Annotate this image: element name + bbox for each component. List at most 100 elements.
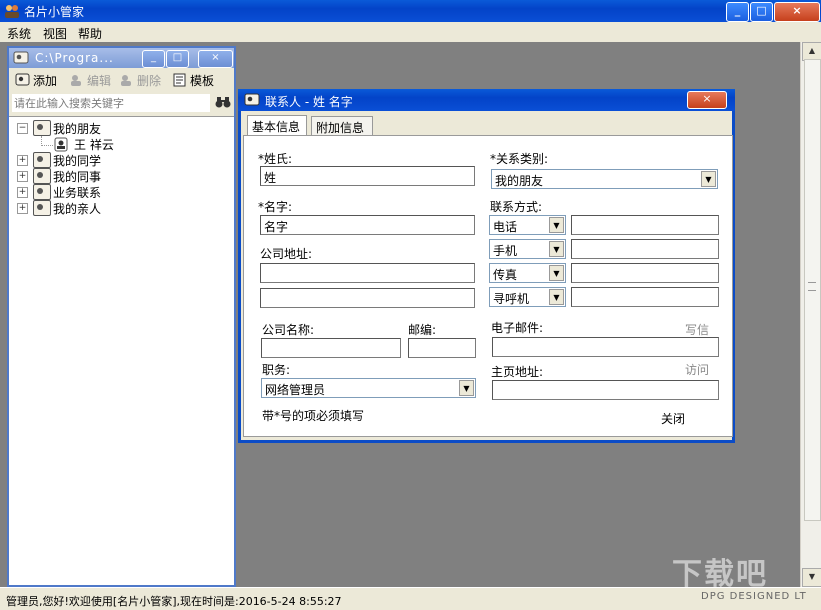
category-label: *关系类别: <box>490 152 549 166</box>
contact-phone-field[interactable] <box>571 215 719 235</box>
tree-group-relatives[interactable]: 我的亲人 <box>53 200 101 216</box>
tab-basic-info[interactable]: 基本信息 <box>247 115 307 135</box>
contact-type-combo-pager[interactable]: 寻呼机 ▼ <box>489 287 566 307</box>
tree-contact-item[interactable]: 王 祥云 <box>74 136 114 152</box>
tree-group-colleagues[interactable]: 我的同事 <box>53 168 101 184</box>
contact-type-value: 电话 <box>493 220 518 234</box>
expand-toggle-icon[interactable]: + <box>17 203 28 214</box>
template-icon <box>173 73 186 87</box>
group-card-icon <box>33 152 51 168</box>
add-label: 添加 <box>33 74 58 88</box>
edit-icon <box>71 75 81 86</box>
close-button[interactable]: × <box>774 2 820 22</box>
contact-card-icon <box>244 93 260 106</box>
homepage-label: 主页地址: <box>491 365 544 379</box>
maximize-button[interactable]: □ <box>750 2 773 22</box>
menu-view[interactable]: 视图 <box>43 25 67 42</box>
write-email-link[interactable]: 写信 <box>685 321 709 338</box>
search-input[interactable] <box>12 94 210 112</box>
name-field[interactable]: 名字 <box>260 215 475 235</box>
expand-toggle-icon[interactable]: + <box>17 171 28 182</box>
tree-maximize-button[interactable]: □ <box>166 50 189 68</box>
contact-mobile-field[interactable] <box>571 239 719 259</box>
dialog-titlebar: 联系人 - 姓 名字 × <box>238 89 735 111</box>
tree-minimize-button[interactable]: _ <box>142 50 165 68</box>
menubar: 系统 视图 帮助 <box>0 22 821 42</box>
watermark-logo: 下载吧 <box>672 557 768 592</box>
vertical-scrollbar[interactable]: ▲ ▼ <box>800 42 821 587</box>
contact-type-combo-fax[interactable]: 传真 ▼ <box>489 263 566 283</box>
tree-window-titlebar: C:\Progra... _ □ × <box>9 48 234 68</box>
dialog-title: 联系人 - 姓 名字 <box>265 95 353 109</box>
edit-button[interactable]: 编辑 <box>69 72 111 89</box>
dropdown-arrow-icon[interactable]: ▼ <box>549 217 564 233</box>
menu-system[interactable]: 系统 <box>7 25 31 42</box>
surname-label: *姓氏: <box>258 152 293 166</box>
collapse-toggle-icon[interactable]: − <box>17 123 28 134</box>
company-label: 公司名称: <box>262 323 315 337</box>
contact-type-value: 手机 <box>493 244 518 258</box>
zip-label: 邮编: <box>408 323 437 337</box>
tree-group-business[interactable]: 业务联系 <box>53 184 101 200</box>
tree-group-classmates[interactable]: 我的同学 <box>53 152 101 168</box>
tree-close-button[interactable]: × <box>198 50 233 68</box>
contact-type-combo-mobile[interactable]: 手机 ▼ <box>489 239 566 259</box>
tree-connector <box>41 145 53 147</box>
delete-button[interactable]: 删除 <box>119 72 161 89</box>
homepage-field[interactable] <box>492 380 719 400</box>
dropdown-arrow-icon[interactable]: ▼ <box>549 241 564 257</box>
dropdown-arrow-icon[interactable]: ▼ <box>459 380 474 396</box>
basic-info-panel: *姓氏: 姓 *名字: 名字 公司地址: 公司名称: 邮编: 职务: 网络管理员… <box>243 135 733 437</box>
contact-type-combo-phone[interactable]: 电话 ▼ <box>489 215 566 235</box>
group-card-icon <box>33 168 51 184</box>
tree-group-friends[interactable]: 我的朋友 <box>53 120 101 136</box>
expand-toggle-icon[interactable]: + <box>17 187 28 198</box>
expand-toggle-icon[interactable]: + <box>17 155 28 166</box>
group-card-icon <box>33 200 51 216</box>
contact-pager-field[interactable] <box>571 287 719 307</box>
email-field[interactable] <box>492 337 719 357</box>
address-line1-field[interactable] <box>260 263 475 283</box>
position-label: 职务: <box>262 363 291 377</box>
contact-dialog: 联系人 - 姓 名字 × 基本信息 附加信息 *姓氏: 姓 *名字: 名字 公司… <box>238 89 735 443</box>
visit-homepage-link[interactable]: 访问 <box>685 361 709 378</box>
category-combo[interactable]: 我的朋友 ▼ <box>491 169 718 189</box>
contact-type-value: 传真 <box>493 268 518 282</box>
group-card-icon <box>33 184 51 200</box>
company-field[interactable] <box>261 338 401 358</box>
category-value: 我的朋友 <box>495 174 544 188</box>
menu-help[interactable]: 帮助 <box>78 25 102 42</box>
required-note: 带*号的项必须填写 <box>262 409 365 423</box>
status-text: 管理员,您好!欢迎使用[名片小管家],现在时间是:2016-5-24 8:55:… <box>6 595 342 608</box>
dialog-close-button[interactable]: × <box>687 91 727 109</box>
contact-type-value: 寻呼机 <box>493 292 530 306</box>
add-card-icon <box>15 73 30 86</box>
contact-person-icon <box>54 137 68 152</box>
binoculars-search-icon[interactable] <box>215 95 231 113</box>
scroll-thumb[interactable] <box>804 59 821 521</box>
card-icon <box>13 51 29 64</box>
watermark-subtext: DPG DESIGNED LT <box>701 591 807 602</box>
tree-window-title: C:\Progra... <box>35 51 114 65</box>
contact-fax-field[interactable] <box>571 263 719 283</box>
address-line2-field[interactable] <box>260 288 475 308</box>
dropdown-arrow-icon[interactable]: ▼ <box>549 265 564 281</box>
address-label: 公司地址: <box>260 247 313 261</box>
dropdown-arrow-icon[interactable]: ▼ <box>549 289 564 305</box>
dropdown-arrow-icon[interactable]: ▼ <box>701 171 716 187</box>
add-button[interactable]: 添加 <box>15 72 57 89</box>
minimize-button[interactable]: _ <box>726 2 749 22</box>
tree-toolbar: 添加 编辑 删除 模板 <box>9 68 234 92</box>
surname-field[interactable]: 姓 <box>260 166 475 186</box>
delete-label: 删除 <box>137 74 162 88</box>
template-button[interactable]: 模板 <box>172 72 214 89</box>
app-icon <box>5 5 19 18</box>
close-dialog-button[interactable]: 关闭 <box>661 410 685 427</box>
grip-icon <box>808 282 816 291</box>
contacts-tree-window: C:\Progra... _ □ × 添加 编辑 删除 模板 − 我的朋友 <box>7 46 236 587</box>
tab-extra-info[interactable]: 附加信息 <box>311 116 373 135</box>
zip-field[interactable] <box>408 338 476 358</box>
position-value: 网络管理员 <box>265 383 326 397</box>
app-title: 名片小管家 <box>24 5 85 19</box>
position-combo[interactable]: 网络管理员 ▼ <box>261 378 476 398</box>
